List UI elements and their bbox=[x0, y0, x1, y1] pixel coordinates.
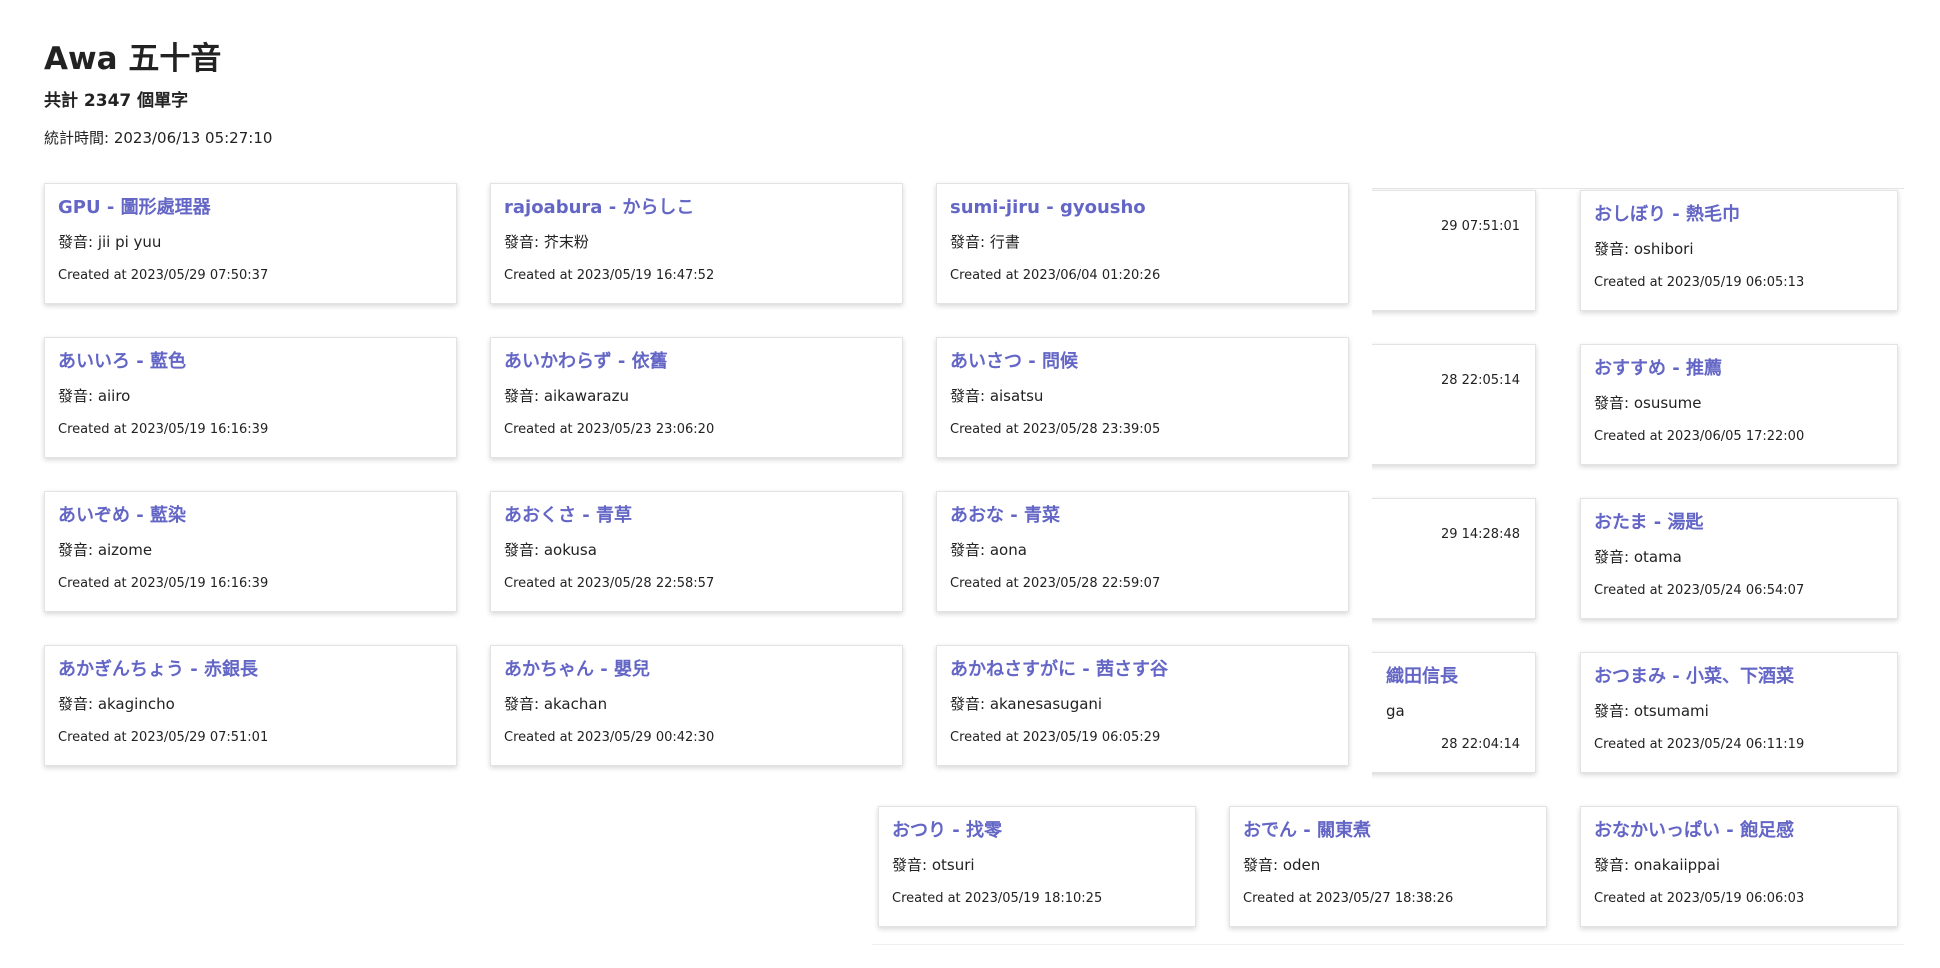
word-card-created: Created at 2023/05/28 22:58:57 bbox=[504, 576, 715, 591]
word-card-partial[interactable]: 織田信長 ga 28 22:04:14 bbox=[1372, 652, 1536, 773]
word-card[interactable]: あいいろ - 藍色 發音: aiiro Created at 2023/05/1… bbox=[44, 337, 457, 458]
word-card-created: Created at 2023/05/24 06:11:19 bbox=[1594, 737, 1805, 752]
word-card[interactable]: あおくさ - 青草 發音: aokusa Created at 2023/05/… bbox=[490, 491, 903, 612]
word-card-partial[interactable]: 29 07:51:01 bbox=[1372, 190, 1536, 311]
word-card-reading: 發音: oden bbox=[1243, 856, 1321, 874]
word-card[interactable]: GPU - 圖形處理器 發音: jii pi yuu Created at 20… bbox=[44, 183, 457, 304]
word-card-title: あおくさ - 青草 bbox=[504, 505, 633, 526]
word-card[interactable]: あおな - 青菜 發音: aona Created at 2023/05/28 … bbox=[936, 491, 1349, 612]
word-card[interactable]: sumi-jiru - gyousho 發音: 行書 Created at 20… bbox=[936, 183, 1349, 304]
word-card-title: おなかいっぱい - 飽足感 bbox=[1594, 820, 1795, 841]
word-card-title: おたま - 湯匙 bbox=[1594, 512, 1704, 533]
word-card-reading: 發音: 芥末粉 bbox=[504, 233, 589, 251]
word-card-title: あいぞめ - 藍染 bbox=[58, 505, 187, 526]
word-card-created: 29 07:51:01 bbox=[1440, 219, 1520, 234]
word-card[interactable]: あいさつ - 問候 發音: aisatsu Created at 2023/05… bbox=[936, 337, 1349, 458]
word-card-reading: 發音: aizome bbox=[58, 541, 153, 559]
word-card-created: Created at 2023/06/05 17:22:00 bbox=[1594, 429, 1805, 444]
word-card[interactable]: おつり - 找零 發音: otsuri Created at 2023/05/1… bbox=[878, 806, 1196, 927]
word-card-created: 29 14:28:48 bbox=[1440, 527, 1520, 542]
word-card[interactable]: おすすめ - 推薦 發音: osusume Created at 2023/06… bbox=[1580, 344, 1898, 465]
page-header: Awa 五十音 共計 2347 個單字 統計時間: 2023/06/13 05:… bbox=[44, 40, 272, 148]
word-card-title: おつまみ - 小菜、下酒菜 bbox=[1594, 666, 1795, 687]
word-card-reading: 發音: 行書 bbox=[950, 233, 1020, 251]
word-card-title: あいかわらず - 依舊 bbox=[504, 351, 668, 372]
word-card-created: Created at 2023/05/28 22:59:07 bbox=[950, 576, 1161, 591]
word-card[interactable]: おなかいっぱい - 飽足感 發音: onakaiippai Created at… bbox=[1580, 806, 1898, 927]
word-card-reading: 發音: oshibori bbox=[1594, 240, 1694, 258]
word-card-created: Created at 2023/05/19 18:10:25 bbox=[892, 891, 1103, 906]
word-card[interactable]: あかねさすがに - 茜さす谷 發音: akanesasugani Created… bbox=[936, 645, 1349, 766]
word-card-reading: 發音: aona bbox=[950, 541, 1027, 559]
word-card-title: rajoabura - からしこ bbox=[504, 197, 695, 218]
word-card[interactable]: あかぎんちょう - 赤銀長 發音: akagincho Created at 2… bbox=[44, 645, 457, 766]
word-card-created: Created at 2023/05/29 00:42:30 bbox=[504, 730, 715, 745]
word-card-reading: 發音: aiiro bbox=[58, 387, 131, 405]
stat-time: 統計時間: 2023/06/13 05:27:10 bbox=[44, 129, 273, 147]
word-card-created: Created at 2023/05/19 06:05:29 bbox=[950, 730, 1161, 745]
word-card[interactable]: あいぞめ - 藍染 發音: aizome Created at 2023/05/… bbox=[44, 491, 457, 612]
word-card-title: あかちゃん - 嬰兒 bbox=[504, 659, 651, 680]
word-card-created: Created at 2023/05/19 06:05:13 bbox=[1594, 275, 1805, 290]
word-card-title: あかぎんちょう - 赤銀長 bbox=[58, 659, 259, 680]
app-title: Awa 五十音 bbox=[44, 41, 222, 77]
word-card[interactable]: あかちゃん - 嬰兒 發音: akachan Created at 2023/0… bbox=[490, 645, 903, 766]
word-card-title: あおな - 青菜 bbox=[950, 505, 1061, 526]
bottom-edge-line bbox=[872, 944, 1904, 945]
word-card-created: 28 22:04:14 bbox=[1440, 737, 1520, 752]
word-card-created: Created at 2023/05/19 06:06:03 bbox=[1594, 891, 1805, 906]
word-card-created: Created at 2023/05/19 16:16:39 bbox=[58, 576, 269, 591]
word-card-reading: 發音: akachan bbox=[504, 695, 608, 713]
word-card-partial[interactable]: 29 14:28:48 bbox=[1372, 498, 1536, 619]
word-card[interactable]: あいかわらず - 依舊 發音: aikawarazu Created at 20… bbox=[490, 337, 903, 458]
word-card-partial[interactable]: 28 22:05:14 bbox=[1372, 344, 1536, 465]
word-card-title: おすすめ - 推薦 bbox=[1594, 358, 1723, 379]
word-card-title: 織田信長 bbox=[1386, 666, 1458, 687]
word-card[interactable]: おしぼり - 熱毛巾 發音: oshibori Created at 2023/… bbox=[1580, 190, 1898, 311]
word-card-title: GPU - 圖形處理器 bbox=[58, 197, 211, 218]
word-card-created: Created at 2023/05/19 16:47:52 bbox=[504, 268, 715, 283]
word-card-created: Created at 2023/06/04 01:20:26 bbox=[950, 268, 1161, 283]
word-card-title: sumi-jiru - gyousho bbox=[950, 197, 1146, 218]
word-card-reading: 發音: onakaiippai bbox=[1594, 856, 1721, 874]
word-card-reading: 發音: aisatsu bbox=[950, 387, 1044, 405]
word-card-created: Created at 2023/05/24 06:54:07 bbox=[1594, 583, 1805, 598]
word-card-created: Created at 2023/05/28 23:39:05 bbox=[950, 422, 1161, 437]
word-count: 共計 2347 個單字 bbox=[44, 91, 189, 111]
word-card-title: おしぼり - 熱毛巾 bbox=[1594, 204, 1741, 225]
word-card-title: あいいろ - 藍色 bbox=[58, 351, 187, 372]
word-card-created: Created at 2023/05/29 07:50:37 bbox=[58, 268, 269, 283]
word-card-reading: 發音: aokusa bbox=[504, 541, 597, 559]
word-card[interactable]: おでん - 關東煮 發音: oden Created at 2023/05/27… bbox=[1229, 806, 1547, 927]
word-card[interactable]: おつまみ - 小菜、下酒菜 發音: otsumami Created at 20… bbox=[1580, 652, 1898, 773]
word-card-reading: 發音: otsuri bbox=[892, 856, 975, 874]
word-card[interactable]: rajoabura - からしこ 發音: 芥末粉 Created at 2023… bbox=[490, 183, 903, 304]
word-card-reading: ga bbox=[1386, 702, 1405, 720]
clipped-column: 29 07:51:01 28 22:05:14 29 14:28:48 織田信長… bbox=[1372, 188, 1548, 784]
word-card[interactable]: おたま - 湯匙 發音: otama Created at 2023/05/24… bbox=[1580, 498, 1898, 619]
word-card-reading: 發音: akanesasugani bbox=[950, 695, 1103, 713]
word-card-title: おでん - 關東煮 bbox=[1243, 820, 1372, 841]
word-card-reading: 發音: aikawarazu bbox=[504, 387, 629, 405]
word-card-created: Created at 2023/05/27 18:38:26 bbox=[1243, 891, 1454, 906]
word-card-reading: 發音: jii pi yuu bbox=[58, 233, 162, 251]
word-card-reading: 發音: otsumami bbox=[1594, 702, 1709, 720]
word-card-reading: 發音: akagincho bbox=[58, 695, 175, 713]
word-card-title: あいさつ - 問候 bbox=[950, 351, 1079, 372]
word-card-title: あかねさすがに - 茜さす谷 bbox=[950, 659, 1169, 680]
word-card-created: 28 22:05:14 bbox=[1440, 373, 1520, 388]
word-card-created: Created at 2023/05/29 07:51:01 bbox=[58, 730, 269, 745]
word-card-reading: 發音: osusume bbox=[1594, 394, 1702, 412]
word-card-created: Created at 2023/05/19 16:16:39 bbox=[58, 422, 269, 437]
word-card-created: Created at 2023/05/23 23:06:20 bbox=[504, 422, 715, 437]
word-card-reading: 發音: otama bbox=[1594, 548, 1682, 566]
word-card-title: おつり - 找零 bbox=[892, 820, 1003, 841]
